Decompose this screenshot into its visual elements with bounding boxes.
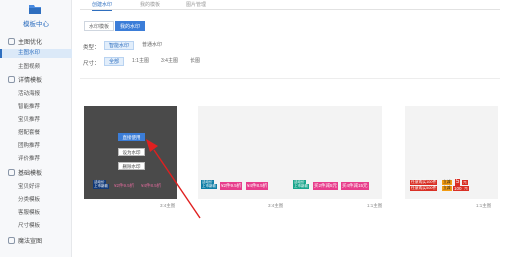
sidebar-item-main-image-video[interactable]: 主图视频 (18, 62, 40, 70)
sidebar-item-smart-recommend[interactable]: 智能推荐 (18, 102, 40, 110)
type-chip-normal[interactable]: 普通水印 (138, 41, 166, 50)
sidebar-item-review-recommend[interactable]: 评价推荐 (18, 154, 40, 162)
sidebar-item-service-template[interactable]: 客服模板 (18, 208, 40, 216)
template-center-logo-icon (29, 5, 41, 14)
watermark-tag: 任意购买500件 (410, 186, 438, 191)
watermark-price: 买2件减5元 (313, 182, 339, 190)
watermark-amount: 100 (453, 186, 463, 191)
watermark-tag: 元 (462, 180, 468, 185)
sidebar-group-main-image[interactable]: 主图优化 (8, 37, 42, 46)
size-chip-1-1[interactable]: 1:1主图 (128, 57, 153, 66)
sidebar: 模板中心 主图优化 主图水印 主图视频 详情模板 活动海报 智能推荐 宝贝推荐 … (0, 0, 72, 257)
sidebar-item-activity-poster[interactable]: 活动海报 (18, 89, 40, 97)
watermark-price: ¥2件9.5折 (114, 183, 135, 188)
my-watermark-toggle[interactable]: 我的水印 (115, 21, 146, 31)
card-caption: 3:4主图 (268, 203, 284, 208)
filter-divider (80, 78, 500, 79)
type-chip-smart[interactable]: 智能水印 (104, 41, 135, 50)
sidebar-item-group-buy[interactable]: 团购推荐 (18, 141, 40, 149)
delete-watermark-button[interactable]: 删除水印 (118, 162, 145, 170)
watermark-price: ¥4件8.5折 (141, 183, 162, 188)
sidebar-group-detail-template[interactable]: 详情模板 (8, 75, 42, 84)
watermark-tag: 上市新款 (293, 184, 309, 189)
tab-my-templates[interactable]: 我的模板 (140, 1, 160, 8)
card-caption: 1:1主图 (367, 203, 383, 208)
watermark-price: ¥4件8.5折 (246, 182, 269, 190)
size-filter-label: 尺寸： (83, 61, 100, 67)
size-chip-long[interactable]: 长图 (186, 57, 204, 66)
watermark-amount: 5 (455, 179, 461, 186)
tab-image-management[interactable]: 图片管理 (186, 1, 206, 8)
watermark-price: ¥2件9.5折 (220, 182, 243, 190)
watermark-price: 买4件减15元 (341, 182, 369, 190)
sidebar-group-basic-template[interactable]: 基础模板 (8, 168, 42, 177)
set-watermark-button[interactable]: 设为水印 (118, 148, 145, 156)
watermark-tag: 立减 (442, 180, 452, 185)
watermark-tag: 任意购买100件 (410, 180, 438, 185)
watermark-tag: 元 (463, 186, 469, 191)
main-image-group-icon (8, 38, 15, 45)
tab-create-watermark[interactable]: 创建水印 (92, 1, 113, 11)
sidebar-item-bundle-package[interactable]: 搭配套餐 (18, 128, 40, 136)
detail-template-group-icon (8, 76, 15, 83)
sidebar-item-category-template[interactable]: 分类模板 (18, 195, 40, 203)
brand-title: 模板中心 (23, 21, 49, 28)
magic-image-group-icon (8, 237, 15, 244)
use-directly-button[interactable]: 直接使用 (118, 133, 145, 141)
watermark-template-toggle[interactable]: 水印模板 (84, 21, 115, 31)
size-chip-all[interactable]: 全部 (104, 57, 125, 66)
sidebar-item-main-image-watermark[interactable]: 主图水印 (0, 49, 72, 58)
brand: 模板中心 (0, 0, 72, 30)
card-caption: 3:4主图 (160, 203, 176, 208)
watermark-tag: 立减 (442, 186, 452, 191)
basic-template-group-icon (8, 169, 15, 176)
card-caption: 1:1主图 (476, 203, 492, 208)
size-chip-3-4[interactable]: 3:4主图 (157, 57, 182, 66)
watermark-tag: 上市新款 (93, 184, 109, 189)
sidebar-item-size-template[interactable]: 尺寸模板 (18, 221, 40, 229)
watermark-tag: 上市新款 (201, 184, 217, 189)
sidebar-item-product-review[interactable]: 宝贝好评 (18, 182, 40, 190)
sidebar-item-product-recommend[interactable]: 宝贝推荐 (18, 115, 40, 123)
type-filter-label: 类型： (83, 45, 100, 51)
top-tabs: 创建水印 我的模板 图片管理 (80, 0, 500, 11)
sidebar-group-magic-image[interactable]: 魔法宣图 (8, 236, 42, 245)
